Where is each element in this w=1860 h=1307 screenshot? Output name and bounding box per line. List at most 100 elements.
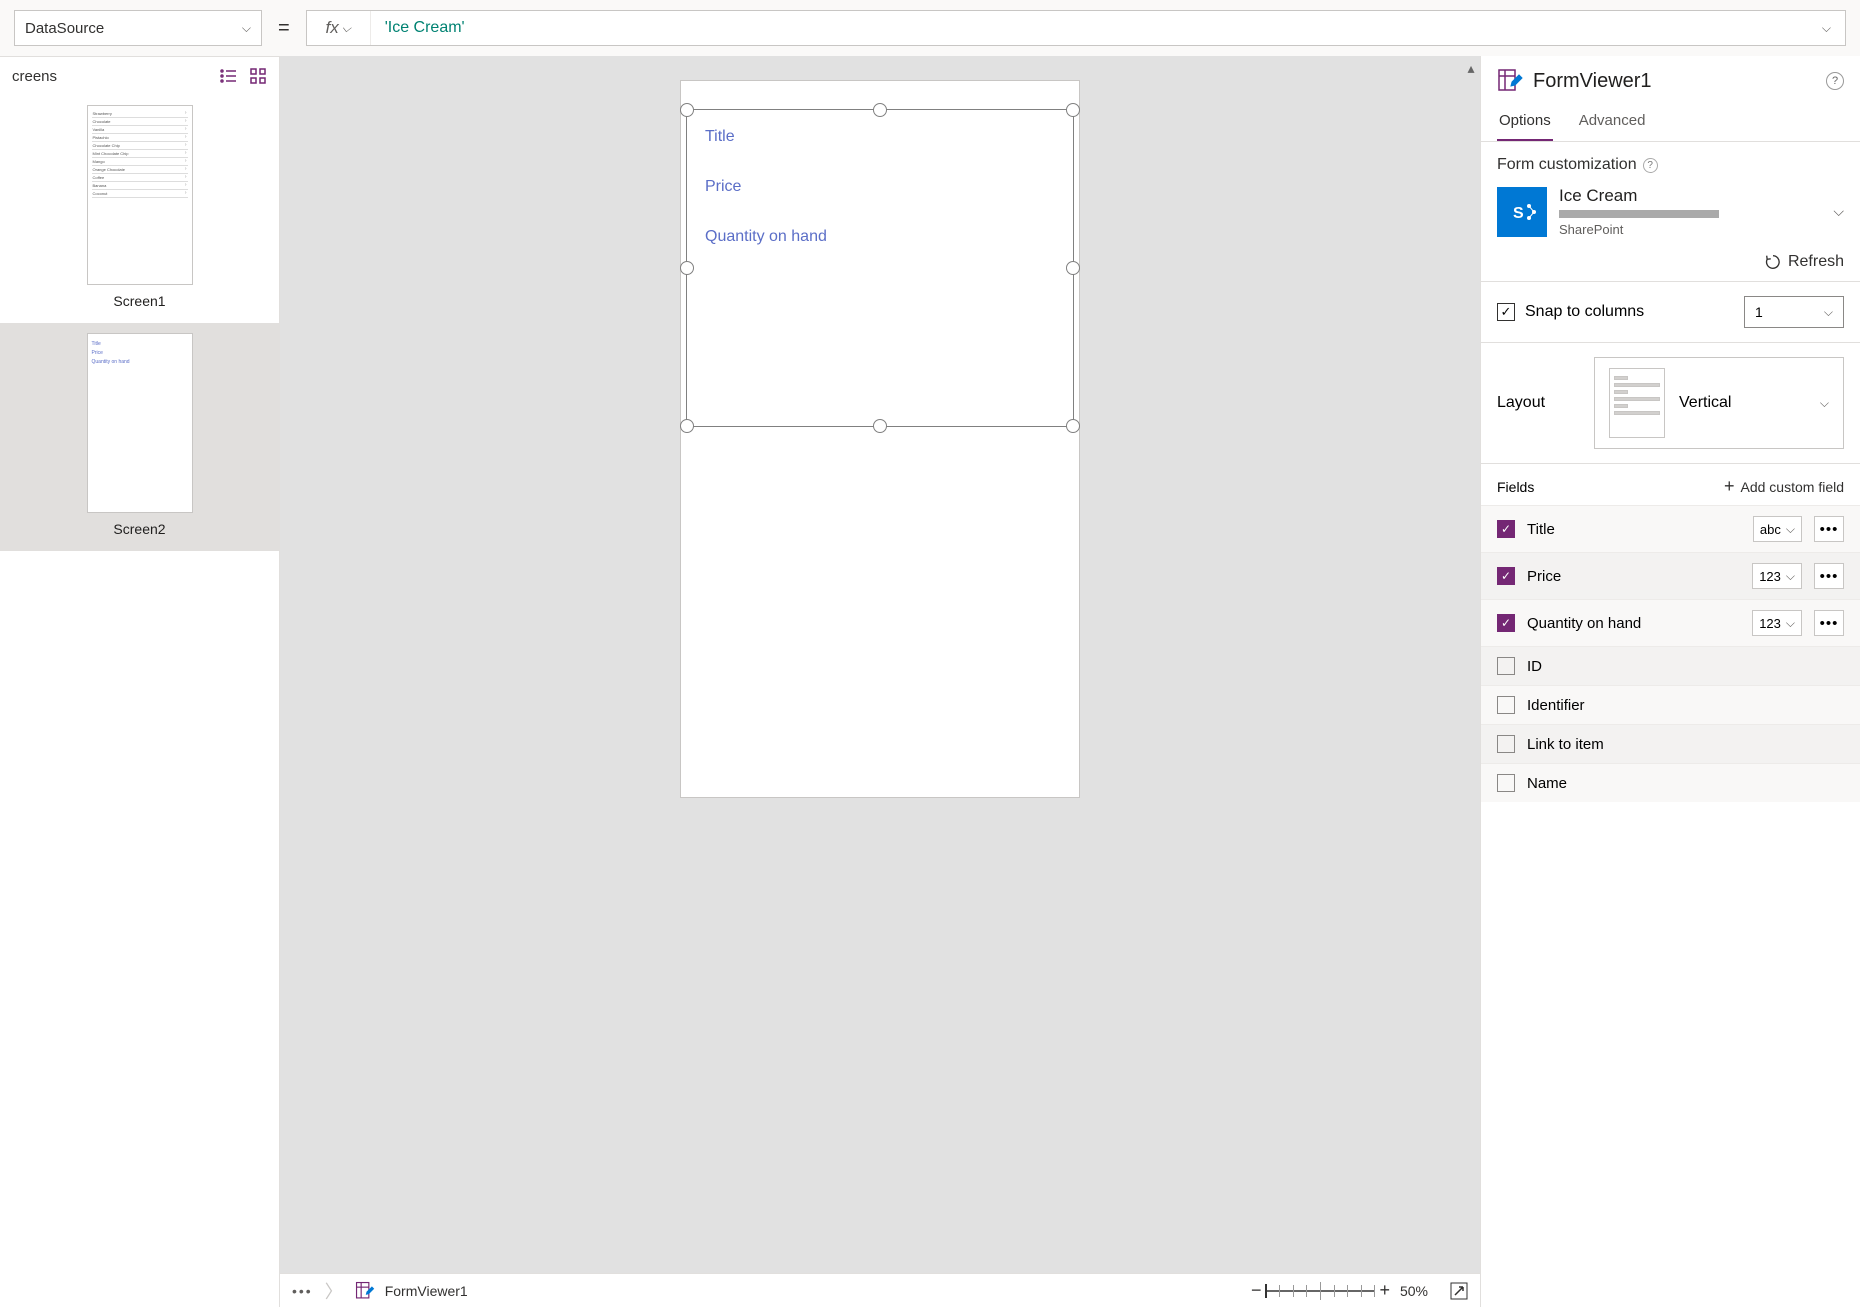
- chevron-down-icon: ⌵: [1824, 305, 1833, 320]
- breadcrumb-chevron-icon: 〉: [325, 1278, 343, 1304]
- zoom-out-icon[interactable]: −: [1251, 1280, 1262, 1301]
- screens-header: creens: [0, 57, 279, 95]
- refresh-button[interactable]: Refresh: [1481, 243, 1860, 281]
- formula-input-wrap: fx ⌵ 'Ice Cream' ⌵: [306, 10, 1846, 46]
- formula-input[interactable]: 'Ice Cream' ⌵: [371, 11, 1845, 45]
- field-type-select[interactable]: abc⌵: [1753, 516, 1802, 542]
- columns-select[interactable]: 1 ⌵: [1744, 296, 1844, 328]
- field-row[interactable]: Link to item: [1481, 724, 1860, 763]
- layout-selector[interactable]: Vertical ⌵: [1594, 357, 1844, 449]
- zoom-in-icon[interactable]: +: [1379, 1280, 1390, 1301]
- status-bar: ••• 〉 FormViewer1 − + 50%: [280, 1273, 1480, 1307]
- layout-value: Vertical: [1679, 394, 1806, 412]
- refresh-icon: [1764, 253, 1782, 271]
- field-name: Title: [1527, 521, 1741, 538]
- screen-item[interactable]: TitlePriceQuantity on handScreen2: [0, 323, 279, 551]
- canvas-scrollbar[interactable]: ▴ ▾: [1462, 56, 1480, 1307]
- zoom-control[interactable]: − + 50%: [1251, 1280, 1428, 1301]
- screen-thumbnail: Strawberry›Chocolate›Vanilla›Pistachio›C…: [87, 105, 193, 285]
- field-name: Price: [1527, 568, 1740, 585]
- snap-checkbox[interactable]: [1497, 303, 1515, 321]
- field-checkbox[interactable]: [1497, 520, 1515, 538]
- chevron-down-icon: ⌵: [1820, 396, 1829, 411]
- screens-panel: creens Strawberry›Chocolate›Vanilla›Pist…: [0, 56, 280, 1307]
- resize-handle[interactable]: [1066, 419, 1080, 433]
- layout-thumb-icon: [1609, 368, 1665, 438]
- snap-to-columns-section: Snap to columns 1 ⌵: [1481, 281, 1860, 343]
- form-customization-section: Form customization ? S Ice Cream SharePo…: [1481, 142, 1860, 243]
- section-title: Form customization: [1497, 156, 1637, 174]
- field-row[interactable]: Price 123⌵ •••: [1481, 552, 1860, 599]
- datasource-selector[interactable]: S Ice Cream SharePoint ⌵: [1497, 186, 1844, 237]
- svg-text:S: S: [1513, 205, 1524, 222]
- field-row[interactable]: Identifier: [1481, 685, 1860, 724]
- field-checkbox[interactable]: [1497, 657, 1515, 675]
- scroll-up-icon[interactable]: ▴: [1467, 60, 1474, 77]
- list-view-icon[interactable]: [219, 67, 237, 85]
- tab-options[interactable]: Options: [1497, 102, 1553, 141]
- property-selector[interactable]: DataSource ⌵: [14, 10, 262, 46]
- field-row[interactable]: ID: [1481, 646, 1860, 685]
- field-row[interactable]: Quantity on hand 123⌵ •••: [1481, 599, 1860, 646]
- resize-handle[interactable]: [680, 103, 694, 117]
- field-name: ID: [1527, 658, 1844, 675]
- field-row[interactable]: Title abc⌵ •••: [1481, 505, 1860, 552]
- field-type-select[interactable]: 123⌵: [1752, 563, 1802, 589]
- sharepoint-icon: S: [1497, 187, 1547, 237]
- field-checkbox[interactable]: [1497, 774, 1515, 792]
- resize-handle[interactable]: [680, 419, 694, 433]
- chevron-down-icon: ⌵: [242, 21, 251, 36]
- layout-label: Layout: [1497, 394, 1545, 412]
- field-row[interactable]: Name: [1481, 763, 1860, 802]
- snap-label: Snap to columns: [1525, 303, 1644, 321]
- form-icon: [1497, 68, 1523, 94]
- form-field-label[interactable]: Price: [687, 160, 1073, 210]
- field-checkbox[interactable]: [1497, 614, 1515, 632]
- screens-title: creens: [12, 68, 57, 85]
- field-name: Identifier: [1527, 697, 1844, 714]
- field-checkbox[interactable]: [1497, 696, 1515, 714]
- selection-name[interactable]: FormViewer1: [385, 1283, 468, 1299]
- field-checkbox[interactable]: [1497, 567, 1515, 585]
- tab-advanced[interactable]: Advanced: [1577, 102, 1648, 141]
- datasource-name: Ice Cream: [1559, 186, 1821, 206]
- chevron-down-icon: ⌵: [1786, 569, 1795, 584]
- resize-handle[interactable]: [1066, 261, 1080, 275]
- fit-to-window-icon[interactable]: [1450, 1282, 1468, 1300]
- form-field-label[interactable]: Quantity on hand: [687, 210, 1073, 260]
- more-icon[interactable]: •••: [292, 1283, 313, 1299]
- resize-handle[interactable]: [873, 103, 887, 117]
- field-checkbox[interactable]: [1497, 735, 1515, 753]
- zoom-slider[interactable]: [1265, 1290, 1375, 1292]
- field-more-button[interactable]: •••: [1814, 563, 1844, 589]
- form-icon: [355, 1281, 375, 1301]
- form-viewer[interactable]: TitlePriceQuantity on hand: [686, 109, 1074, 427]
- chevron-down-icon: ⌵: [1822, 21, 1831, 36]
- canvas[interactable]: TitlePriceQuantity on hand ▴ ▾: [280, 56, 1480, 1307]
- form-field-label[interactable]: Title: [687, 110, 1073, 160]
- resize-handle[interactable]: [680, 261, 694, 275]
- screen-thumbnail: TitlePriceQuantity on hand: [87, 333, 193, 513]
- field-name: Quantity on hand: [1527, 615, 1740, 632]
- phone-frame: TitlePriceQuantity on hand: [680, 80, 1080, 798]
- field-more-button[interactable]: •••: [1814, 516, 1844, 542]
- property-selector-label: DataSource: [25, 20, 104, 37]
- help-icon[interactable]: ?: [1643, 158, 1658, 173]
- add-custom-field-button[interactable]: + Add custom field: [1724, 476, 1844, 497]
- field-type-select[interactable]: 123⌵: [1752, 610, 1802, 636]
- grid-view-icon[interactable]: [249, 67, 267, 85]
- fx-icon[interactable]: fx ⌵: [307, 11, 371, 45]
- formula-bar: DataSource ⌵ = fx ⌵ 'Ice Cream' ⌵: [0, 0, 1860, 56]
- screen-item[interactable]: Strawberry›Chocolate›Vanilla›Pistachio›C…: [0, 95, 279, 323]
- field-more-button[interactable]: •••: [1814, 610, 1844, 636]
- fields-label: Fields: [1497, 479, 1534, 495]
- datasource-type: SharePoint: [1559, 222, 1821, 237]
- chevron-down-icon: ⌵: [342, 21, 351, 36]
- properties-tabs: Options Advanced: [1481, 102, 1860, 142]
- help-icon[interactable]: ?: [1826, 72, 1844, 90]
- resize-handle[interactable]: [873, 419, 887, 433]
- chevron-down-icon: ⌵: [1786, 522, 1795, 537]
- resize-handle[interactable]: [1066, 103, 1080, 117]
- layout-section: Layout Vertical ⌵: [1481, 343, 1860, 464]
- datasource-owner-redacted: [1559, 210, 1719, 218]
